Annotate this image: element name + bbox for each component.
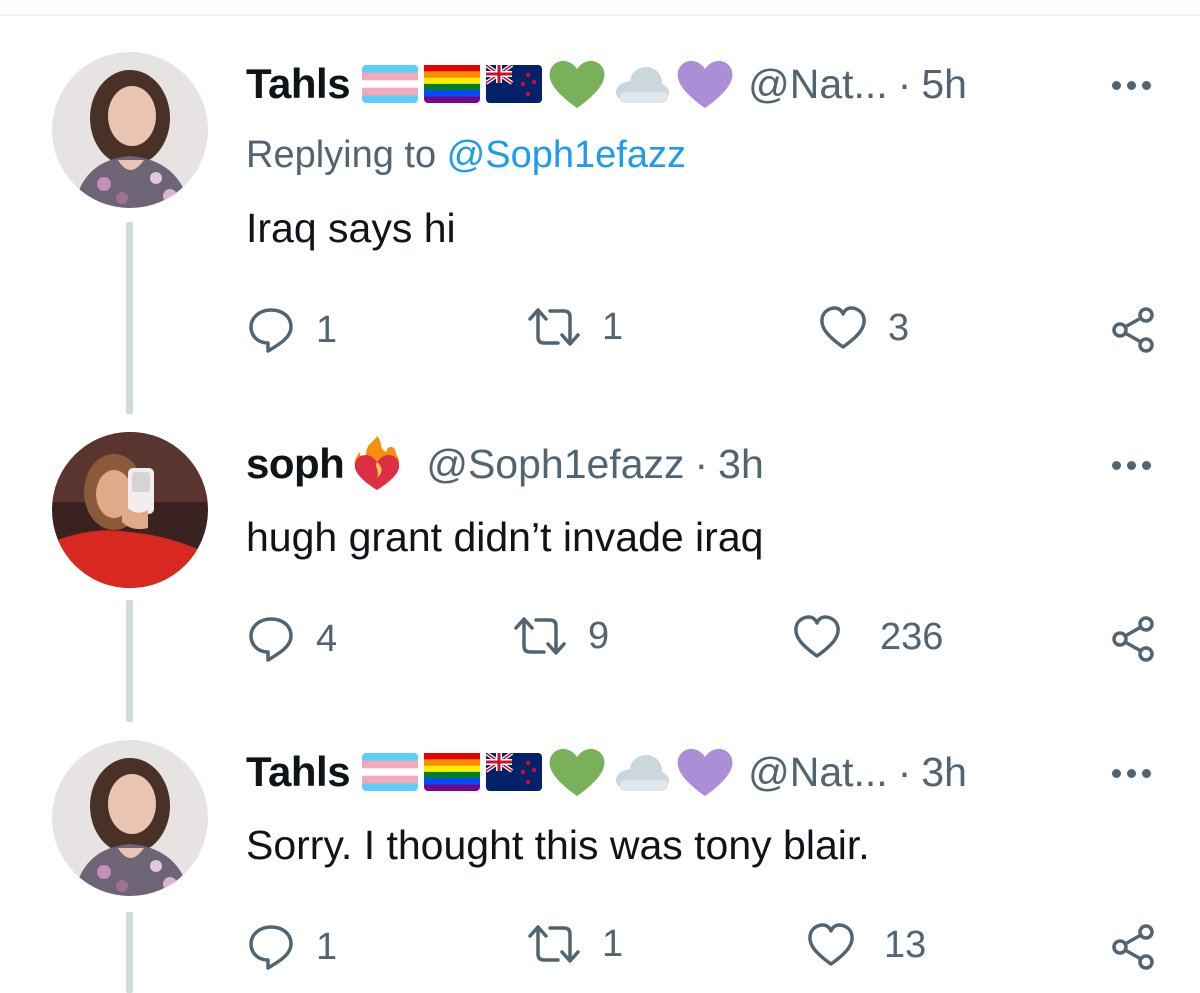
retweet-button[interactable]: 1 — [526, 305, 623, 349]
like-button[interactable]: 13 — [806, 922, 926, 968]
retweet-count: 9 — [588, 614, 610, 657]
cloud-emoji — [612, 62, 670, 106]
display-name[interactable]: soph — [246, 440, 345, 488]
name-emojis — [362, 58, 740, 110]
purple-heart-emoji — [676, 746, 734, 798]
display-name[interactable]: Tahls — [246, 60, 351, 108]
share-icon — [1112, 307, 1154, 353]
transgender-flag-emoji — [362, 65, 419, 103]
name-emojis — [362, 746, 740, 798]
heart-on-fire-emoji — [348, 434, 406, 494]
new-zealand-flag-emoji — [486, 753, 543, 791]
action-bar: 4 9 236 — [246, 614, 1166, 664]
separator-dot: · — [897, 748, 912, 795]
display-name[interactable]: Tahls — [246, 748, 351, 796]
retweet-button[interactable]: 1 — [526, 922, 623, 966]
transgender-flag-emoji — [362, 753, 419, 791]
tweet[interactable]: Tahls @Nat... · 3h Sorry. I thought this… — [0, 720, 1200, 993]
like-count: 3 — [888, 306, 910, 349]
rainbow-flag-emoji — [424, 753, 481, 791]
replying-to-link[interactable]: @Soph1efazz — [447, 134, 686, 176]
handle[interactable]: @Nat... — [748, 749, 888, 796]
replying-prefix: Replying to — [246, 134, 447, 176]
reply-icon — [249, 308, 293, 353]
reply-button[interactable]: 1 — [246, 305, 337, 355]
tweet-header: soph @Soph1efazz · 3h — [246, 434, 764, 494]
share-icon — [1112, 924, 1154, 970]
tweet-text: Sorry. I thought this was tony blair. — [246, 822, 870, 868]
green-heart-emoji — [548, 746, 606, 798]
more-options-icon[interactable] — [1112, 769, 1151, 778]
tweet[interactable]: soph @Soph1efazz · 3h hugh grant didn’t … — [0, 400, 1200, 720]
reply-button[interactable]: 4 — [246, 614, 337, 664]
more-options-icon[interactable] — [1112, 461, 1151, 470]
timestamp[interactable]: 3h — [718, 441, 764, 488]
like-count: 236 — [880, 615, 944, 658]
heart-icon — [820, 306, 866, 349]
reply-count: 1 — [316, 308, 338, 351]
timestamp[interactable]: 5h — [921, 61, 967, 108]
share-button[interactable] — [1108, 922, 1158, 972]
green-heart-emoji — [548, 58, 606, 110]
retweet-count: 1 — [602, 922, 624, 965]
timestamp[interactable]: 3h — [921, 749, 967, 796]
action-bar: 1 1 3 — [246, 305, 1166, 355]
avatar[interactable] — [52, 52, 208, 208]
retweet-button[interactable]: 9 — [512, 614, 609, 658]
like-button[interactable]: 236 — [792, 614, 943, 660]
reply-count: 1 — [316, 925, 338, 968]
share-button[interactable] — [1108, 305, 1158, 355]
share-icon — [1112, 616, 1154, 662]
replying-to: Replying to @Soph1efazz — [246, 134, 686, 177]
retweet-icon — [528, 925, 580, 963]
retweet-count: 1 — [602, 305, 624, 348]
handle[interactable]: @Nat... — [748, 61, 888, 108]
rainbow-flag-emoji — [424, 65, 481, 103]
name-emojis — [348, 434, 412, 494]
action-bar: 1 1 13 — [246, 922, 1166, 972]
tweet-header: Tahls @Nat... · 5h — [246, 54, 967, 114]
like-button[interactable]: 3 — [818, 305, 909, 351]
handle[interactable]: @Soph1efazz — [426, 441, 684, 488]
reply-icon — [249, 925, 293, 970]
tweet-header: Tahls @Nat... · 3h — [246, 742, 967, 802]
retweet-icon — [528, 308, 580, 346]
more-options-icon[interactable] — [1112, 81, 1151, 90]
separator-dot: · — [897, 60, 912, 107]
reply-count: 4 — [316, 617, 338, 660]
purple-heart-emoji — [676, 58, 734, 110]
avatar[interactable] — [52, 432, 208, 588]
reply-button[interactable]: 1 — [246, 922, 337, 972]
tweet-text: Iraq says hi — [246, 205, 456, 251]
avatar[interactable] — [52, 740, 208, 896]
share-button[interactable] — [1108, 614, 1158, 664]
heart-icon — [808, 923, 854, 966]
heart-icon — [794, 615, 840, 658]
retweet-icon — [514, 617, 566, 655]
tweet-text: hugh grant didn’t invade iraq — [246, 514, 764, 560]
tweet[interactable]: Tahls @Nat... · 5h Replying to @Soph1efa… — [0, 0, 1200, 400]
cloud-emoji — [612, 750, 670, 794]
new-zealand-flag-emoji — [486, 65, 543, 103]
like-count: 13 — [884, 923, 927, 966]
separator-dot: · — [694, 440, 709, 487]
reply-icon — [249, 617, 293, 662]
